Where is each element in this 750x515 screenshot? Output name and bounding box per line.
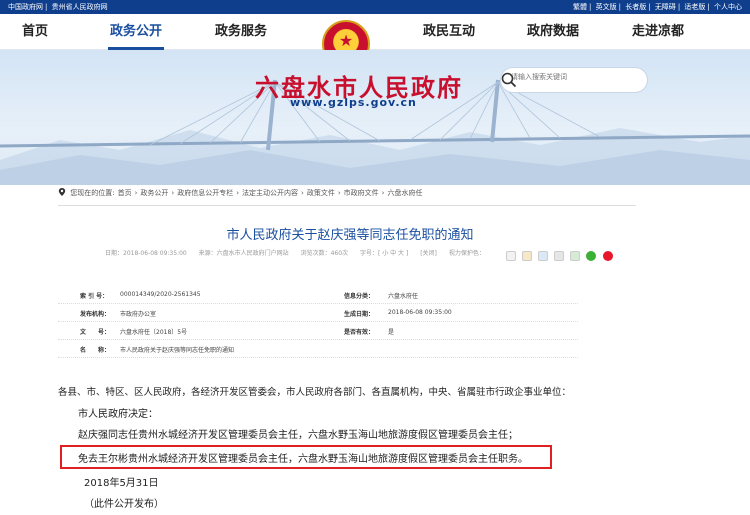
info-label: 索 引 号： <box>80 293 109 300</box>
info-value: 市人民政府关于赵庆强等同志任免职的通知 <box>120 347 235 354</box>
info-value: 是 <box>388 329 395 336</box>
nav-home[interactable]: 首页 <box>18 14 52 50</box>
search-input[interactable] <box>511 73 621 81</box>
color-share-tools <box>506 245 614 264</box>
search-box <box>500 67 648 93</box>
weibo-share-icon[interactable] <box>602 250 613 261</box>
body-paragraph: 赵庆强同志任贵州水城经济开发区管理委员会主任，六盘水野玉海山地旅游度假区管理委员… <box>78 430 518 441</box>
article-title: 市人民政府关于赵庆强等同志任免职的通知 <box>226 228 474 243</box>
info-label: 信息分类： <box>344 293 375 300</box>
breadcrumb-prefix: 您现在的位置: <box>70 189 115 197</box>
color-swatch-white[interactable] <box>506 250 516 261</box>
nav-citizen-interaction[interactable]: 政民互动 <box>421 14 477 50</box>
body-note: （此件公开发布） <box>84 499 164 510</box>
info-row: 名 称： 市人民政府关于赵庆强等同志任免职的通知 <box>58 340 578 358</box>
meta-views: 浏览次数：460次 <box>300 250 349 257</box>
breadcrumb: 您现在的位置: 首页 › 政务公开 › 政府信息公开专栏 › 法定主动公开内容 › 政策文件 › 市政… <box>58 188 425 198</box>
breadcrumb-separator: › <box>134 189 138 197</box>
font-size-switch[interactable]: 字号：[ 小 中 大 ] <box>360 250 408 257</box>
info-label: 文 号： <box>80 329 111 336</box>
info-row: 文 号： 六盘水府任〔2018〕5号 是否有效： 是 <box>58 322 578 340</box>
breadcrumb-item[interactable]: 法定主动公开内容 <box>242 189 298 197</box>
info-row: 发布机构： 市政府办公室 生成日期： 2018-06-08 09:35:00 <box>58 304 578 322</box>
info-label: 生成日期： <box>344 311 375 318</box>
close-link[interactable]: [关闭] <box>420 250 437 257</box>
color-swatch-yellow[interactable] <box>522 250 533 261</box>
info-value: 000014349/2020-2561345 <box>120 291 201 298</box>
breadcrumb-separator: › <box>337 189 341 197</box>
wechat-share-icon[interactable] <box>586 250 597 261</box>
nav-gov-services[interactable]: 政务服务 <box>213 14 269 50</box>
info-value: 六盘水府任〔2018〕5号 <box>120 329 188 336</box>
breadcrumb-separator: › <box>236 189 240 197</box>
nav-gov-data[interactable]: 政府数据 <box>525 14 581 50</box>
site-url: www.gzlps.gov.cn <box>290 96 417 109</box>
body-paragraph: 市人民政府决定： <box>78 409 158 420</box>
nav-explore-liangdu[interactable]: 走进凉都 <box>630 14 686 50</box>
breadcrumb-item[interactable]: 首页 <box>118 189 132 197</box>
info-value: 市政府办公室 <box>120 311 157 318</box>
breadcrumb-item[interactable]: 政府信息公开专栏 <box>177 189 233 197</box>
link-english[interactable]: 英文版 <box>596 3 617 11</box>
top-bar-right: 繁體 | 英文版 | 长者版 | 无障碍 | 适老版 | 个人中心 <box>573 3 742 11</box>
info-row: 索 引 号： 000014349/2020-2561345 信息分类： 六盘水府… <box>58 286 578 304</box>
breadcrumb-separator: › <box>171 189 175 197</box>
nav-gov-affairs-open[interactable]: 政务公开 <box>108 14 164 50</box>
breadcrumb-item[interactable]: 六盘水府任 <box>387 189 422 197</box>
info-label: 发布机构： <box>80 311 111 318</box>
breadcrumb-separator: › <box>381 189 385 197</box>
banner: 六盘水市人民政府 www.gzlps.gov.cn <box>0 50 750 185</box>
body-paragraph: 各县、市、特区、区人民政府，各经济开发区管委会，市人民政府各部门、各直属机构，中… <box>58 387 572 398</box>
divider <box>58 205 636 206</box>
link-traditional[interactable]: 繁體 <box>573 3 587 11</box>
body-date: 2018年5月31日 <box>84 478 159 489</box>
location-pin-icon <box>58 188 66 196</box>
color-swatch-blue[interactable] <box>538 250 549 261</box>
color-swatch-green[interactable] <box>570 250 581 261</box>
breadcrumb-separator: › <box>301 189 304 197</box>
link-central-gov[interactable]: 中国政府网 <box>8 3 43 11</box>
info-value: 六盘水府任 <box>388 293 419 300</box>
eye-care-label: 视力保护色： <box>448 250 485 257</box>
color-swatch-gray[interactable] <box>554 250 565 261</box>
info-value: 2018-06-08 09:35:00 <box>388 309 452 316</box>
link-province-gov[interactable]: 贵州省人民政府网 <box>52 3 108 11</box>
red-highlight-box <box>60 445 552 469</box>
meta-date: 日期：2018-06-08 09:35:00 <box>105 250 187 257</box>
info-table: 索 引 号： 000014349/2020-2561345 信息分类： 六盘水府… <box>58 286 578 358</box>
top-bar-left: 中国政府网 | 贵州省人民政府网 <box>8 3 108 11</box>
link-personal-center[interactable]: 个人中心 <box>714 3 742 11</box>
breadcrumb-item[interactable]: 政策文件 <box>307 189 335 197</box>
article-meta: 日期：2018-06-08 09:35:00 来源：六盘水市人民政府门户网站 浏… <box>105 248 495 257</box>
info-label: 是否有效： <box>344 329 375 336</box>
breadcrumb-item[interactable]: 市政府文件 <box>344 189 379 197</box>
top-bar: 中国政府网 | 贵州省人民政府网 繁體 | 英文版 | 长者版 | 无障碍 | 适老版 | … <box>0 0 750 14</box>
link-accessibility[interactable]: 无障碍 <box>655 3 676 11</box>
main-nav: 首页 政务公开 政务服务 政民互动 政府数据 走进凉都 <box>0 14 750 68</box>
breadcrumb-item[interactable]: 政务公开 <box>140 189 168 197</box>
link-elder[interactable]: 长者版 <box>625 3 646 11</box>
meta-source: 来源：六盘水市人民政府门户网站 <box>198 250 289 257</box>
search-icon[interactable] <box>501 72 517 88</box>
info-label: 名 称： <box>80 347 111 354</box>
link-elderly-mode[interactable]: 适老版 <box>684 3 705 11</box>
